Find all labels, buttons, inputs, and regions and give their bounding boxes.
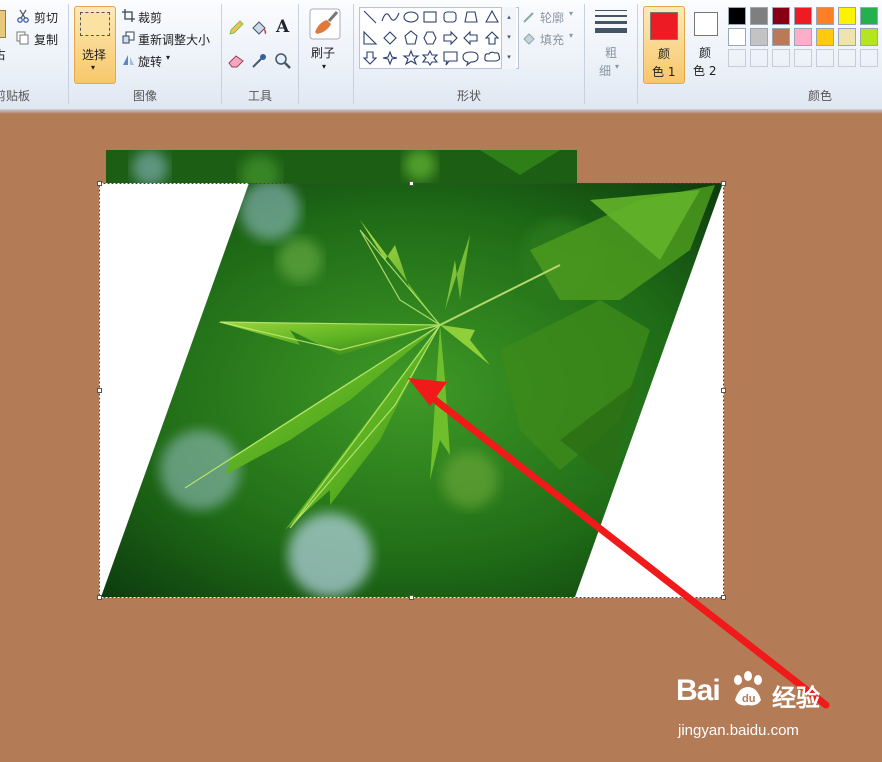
resize-handle-top[interactable]: [409, 181, 414, 186]
svg-text:du: du: [742, 693, 755, 705]
watermark-brand: Bai: [676, 674, 721, 707]
watermark-url: jingyan.baidu.com: [678, 722, 799, 739]
resize-handle-bottom-left[interactable]: [97, 595, 102, 600]
resize-handle-top-right[interactable]: [721, 181, 726, 186]
resize-handle-left[interactable]: [97, 388, 102, 393]
paw-logo-icon: du: [734, 671, 762, 706]
resize-handle-top-left[interactable]: [97, 181, 102, 186]
drawing-area[interactable]: [0, 0, 882, 762]
resize-handle-bottom[interactable]: [409, 595, 414, 600]
resize-handle-bottom-right[interactable]: [721, 595, 726, 600]
watermark-product: 经验: [772, 684, 820, 712]
resize-handle-right[interactable]: [721, 388, 726, 393]
baidu-watermark: Bai du du 经验 jingyan.baidu.com: [676, 668, 876, 748]
